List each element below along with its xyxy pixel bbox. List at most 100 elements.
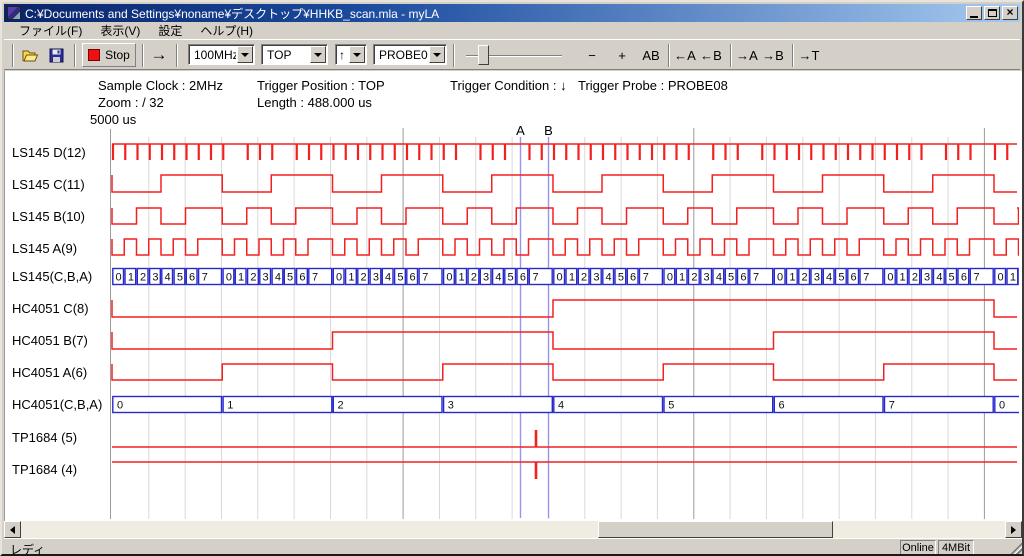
title-bar[interactable]: C:¥Documents and Settings¥noname¥デスクトップ¥…: [4, 4, 1020, 22]
bus-cell: [774, 397, 883, 413]
bus-value: 4: [385, 272, 391, 284]
run-arrow-icon: →: [151, 45, 168, 65]
scroll-right-button[interactable]: [1005, 521, 1022, 538]
fwd-a-label: →A: [736, 48, 758, 63]
bus-value: 0: [226, 272, 232, 284]
status-bar: レディ Online 4MBit: [4, 538, 1022, 556]
bus-value: 4: [606, 272, 612, 284]
bus-value: 6: [410, 272, 416, 284]
run-button[interactable]: →: [146, 43, 172, 67]
bus-cell: [444, 397, 553, 413]
stop-icon: [88, 49, 100, 61]
bus-value: 0: [116, 272, 122, 284]
close-button[interactable]: ×: [1002, 6, 1018, 20]
trigger-probe-combo[interactable]: PROBE00: [373, 44, 447, 65]
stop-button[interactable]: Stop: [82, 43, 136, 67]
maximize-button[interactable]: [984, 6, 1000, 20]
dropdown-arrow-icon[interactable]: [310, 46, 326, 63]
bus-value: 0: [998, 272, 1004, 284]
menu-file[interactable]: ファイル(F): [10, 21, 91, 41]
horizontal-scrollbar[interactable]: [4, 521, 1022, 538]
bus-value: 0: [667, 272, 673, 284]
bus-value: 3: [373, 272, 379, 284]
bus-value: 7: [889, 400, 895, 412]
sample-clock-combo[interactable]: 100MHz: [188, 44, 255, 65]
bus-value: 2: [250, 272, 256, 284]
traces: 0123456701234567012345670123456701234567…: [112, 144, 1022, 479]
trigger-position-value: TOP: [262, 48, 309, 62]
bus-value: 3: [152, 272, 158, 284]
trigger-edge-combo[interactable]: ↑: [335, 44, 367, 65]
bus-value: 6: [299, 272, 305, 284]
open-file-button[interactable]: [18, 44, 42, 66]
zoom-out-button[interactable]: −: [582, 44, 602, 66]
dropdown-arrow-icon[interactable]: [429, 46, 445, 63]
window-title: C:¥Documents and Settings¥noname¥デスクトップ¥…: [25, 5, 439, 22]
bus-value: 7: [312, 272, 318, 284]
minimize-icon: [970, 16, 978, 18]
bus-value: 3: [924, 272, 930, 284]
status-message: レディ: [10, 541, 45, 556]
open-folder-icon: [22, 48, 39, 63]
menu-help[interactable]: ヘルプ(H): [191, 21, 262, 41]
bus-value: 0: [336, 272, 342, 284]
bus-value: 2: [361, 272, 367, 284]
ab-span-button[interactable]: AB: [638, 44, 664, 66]
menu-view[interactable]: 表示(V): [91, 21, 149, 41]
resize-grip[interactable]: [1008, 542, 1022, 556]
bus-value: 4: [558, 400, 564, 412]
dropdown-arrow-icon[interactable]: [237, 46, 253, 63]
save-file-button[interactable]: [44, 44, 68, 66]
bus-value: 1: [459, 272, 465, 284]
dropdown-arrow-icon[interactable]: [349, 46, 365, 63]
zoom-slider-thumb[interactable]: [478, 45, 489, 65]
back-b-label: ←B: [700, 48, 722, 63]
trigger-position-combo[interactable]: TOP: [261, 44, 328, 65]
menu-settings[interactable]: 設定: [149, 21, 191, 41]
close-icon: ×: [1006, 7, 1013, 17]
bus-value: 2: [912, 272, 918, 284]
bus-value: 2: [802, 272, 808, 284]
bus-value: 6: [189, 272, 195, 284]
bus-value: 3: [814, 272, 820, 284]
forward-to-a-button[interactable]: →A: [735, 44, 759, 66]
minimize-button[interactable]: [966, 6, 982, 20]
trace-ls145-d-12: [112, 144, 1017, 160]
waveform-plot[interactable]: AB01234567012345670123456701234567012345…: [5, 71, 1022, 521]
bus-cell: [885, 397, 994, 413]
trace-tp1684-5: [112, 430, 1017, 447]
bus-cell: [554, 397, 663, 413]
floppy-disk-icon: [49, 48, 64, 63]
waveform-client-area[interactable]: Sample Clock : 2MHz Trigger Position : T…: [4, 71, 1022, 521]
trace-tp1684-4: [112, 462, 1017, 479]
fwd-b-label: →B: [762, 48, 784, 63]
forward-to-b-button[interactable]: →B: [761, 44, 785, 66]
scrollbar-thumb[interactable]: [598, 521, 833, 538]
bus-value: 7: [753, 272, 759, 284]
bus-value: 5: [508, 272, 514, 284]
trace-ls145-c-11: [112, 175, 1017, 192]
bus-value: 7: [643, 272, 649, 284]
trace-hc4051-b-7: [112, 332, 1017, 349]
bus-value: 1: [1010, 272, 1016, 284]
bus-value: 0: [446, 272, 452, 284]
goto-t-label: →T: [799, 48, 820, 63]
marker-label-b: B: [544, 123, 553, 138]
bus-value: 1: [679, 272, 685, 284]
back-to-a-button[interactable]: ←A: [673, 44, 697, 66]
bus-value: 6: [630, 272, 636, 284]
goto-trigger-button[interactable]: →T: [797, 44, 821, 66]
bus-value: 7: [863, 272, 869, 284]
bus-value: 2: [691, 272, 697, 284]
bus-value: 6: [961, 272, 967, 284]
bus-value: 1: [348, 272, 354, 284]
bus-value: 7: [973, 272, 979, 284]
bus-value: 7: [532, 272, 538, 284]
toolbar-separator: [74, 44, 76, 67]
scroll-left-button[interactable]: [4, 521, 21, 538]
bus-value: 2: [581, 272, 587, 284]
zoom-out-label: −: [588, 48, 596, 63]
zoom-in-button[interactable]: +: [612, 44, 632, 66]
bus-value: 5: [618, 272, 624, 284]
back-to-b-button[interactable]: ←B: [699, 44, 723, 66]
